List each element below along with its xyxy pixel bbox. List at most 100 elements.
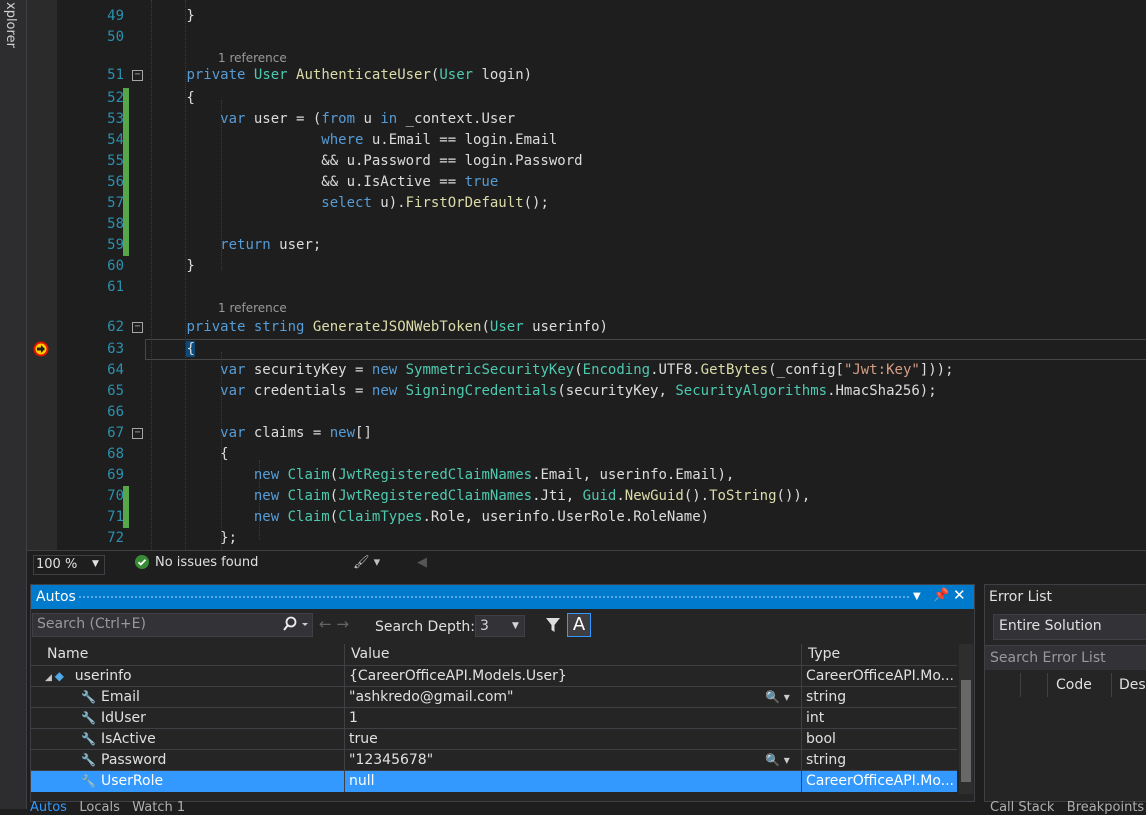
code-text[interactable]: private User AuthenticateUser(User login… xyxy=(119,65,532,86)
solution-explorer-label[interactable]: xplorer xyxy=(3,2,18,48)
code-text[interactable]: where u.Email == login.Email xyxy=(119,130,557,151)
code-text[interactable]: new Claim(JwtRegisteredClaimNames.Jti, G… xyxy=(119,486,810,507)
line-number: 65 xyxy=(107,383,124,399)
code-text[interactable]: }; xyxy=(119,528,237,549)
code-text[interactable]: { xyxy=(119,444,228,465)
error-list-columns: Code Desc xyxy=(985,673,1146,697)
line-number: 64 xyxy=(107,362,124,378)
visualizer-icon[interactable]: 🔍 ▾ xyxy=(765,750,790,771)
tab-watch-1[interactable]: Watch 1 xyxy=(132,800,185,815)
variable-name: UserRole xyxy=(101,773,164,789)
code-text[interactable]: var securityKey = new SymmetricSecurityK… xyxy=(119,360,953,381)
variable-value[interactable]: true xyxy=(349,731,378,747)
autos-row[interactable]: 🔧 IsActive true bool xyxy=(31,728,957,750)
code-text[interactable]: && u.Password == login.Password xyxy=(119,151,582,172)
autos-row[interactable]: ◢ ◆ userinfo {CareerOfficeAPI.Models.User}… xyxy=(31,665,957,687)
code-text[interactable]: } xyxy=(119,256,194,277)
column-header-type[interactable]: Type xyxy=(802,644,957,665)
zoom-dropdown[interactable]: 100 % ▼ xyxy=(33,555,105,575)
visualizer-icon[interactable]: 🔍 ▾ xyxy=(765,687,790,708)
code-text[interactable]: { xyxy=(119,339,195,360)
autos-search-input[interactable]: Search (Ctrl+E) xyxy=(32,613,313,637)
search-icon[interactable] xyxy=(281,616,311,634)
search-navigation-icon[interactable]: ← → xyxy=(319,615,349,633)
variable-value[interactable]: "ashkredo@gmail.com" xyxy=(349,689,513,705)
window-options-icon[interactable]: ▼ xyxy=(913,591,921,602)
check-circle-icon[interactable] xyxy=(135,555,149,569)
tab-autos[interactable]: Autos xyxy=(30,800,67,815)
variable-value[interactable]: null xyxy=(349,773,375,789)
code-line: 67− var claims = new[] xyxy=(27,423,1146,444)
code-text[interactable]: var claims = new[] xyxy=(119,423,372,444)
tab-locals[interactable]: Locals xyxy=(79,800,119,815)
autos-row[interactable]: 🔧 IdUser 1 int xyxy=(31,707,957,729)
code-cleanup-icon[interactable]: 🖌 ▾ xyxy=(353,555,380,570)
codelens-references[interactable]: 1 reference xyxy=(27,298,1146,319)
code-text[interactable]: { xyxy=(119,88,194,109)
variable-value[interactable]: 1 xyxy=(349,710,358,726)
solution-explorer-strip[interactable]: xplorer xyxy=(0,0,27,809)
filter-icon[interactable] xyxy=(545,616,561,634)
variable-type: string xyxy=(806,689,847,705)
code-line: 55 && u.Password == login.Password xyxy=(27,151,1146,172)
code-text[interactable]: var credentials = new SigningCredentials… xyxy=(119,381,937,402)
code-editor[interactable]: 49 } 50 1 reference 51− private User Authen… xyxy=(27,0,1146,550)
autos-scrollbar[interactable] xyxy=(959,644,973,794)
line-number: 51 xyxy=(107,67,124,83)
variable-value[interactable]: {CareerOfficeAPI.Models.User} xyxy=(349,668,567,684)
variable-value[interactable]: "12345678" xyxy=(349,752,433,768)
code-text[interactable]: new Claim(ClaimTypes.Role, userinfo.User… xyxy=(119,507,709,528)
code-line: 62− private string GenerateJSONWebToken(… xyxy=(27,317,1146,338)
code-text[interactable]: return user; xyxy=(119,235,321,256)
hex-display-toggle-button[interactable]: A xyxy=(567,613,591,637)
line-number: 56 xyxy=(107,174,124,190)
code-text[interactable]: && u.IsActive == true xyxy=(119,172,498,193)
expander-icon[interactable]: ◢ xyxy=(45,673,55,683)
line-number: 49 xyxy=(107,8,124,24)
variable-type: CareerOfficeAPI.Mo... xyxy=(806,773,954,789)
line-number: 55 xyxy=(107,153,124,169)
autos-title: Autos xyxy=(36,589,76,605)
issues-status[interactable]: No issues found xyxy=(155,555,258,570)
autos-row[interactable]: 🔧 Email "ashkredo@gmail.com" 🔍 ▾ string xyxy=(31,686,957,708)
code-text[interactable]: } xyxy=(119,6,194,27)
code-line: 71 new Claim(ClaimTypes.Role, userinfo.U… xyxy=(27,507,1146,528)
error-scope-value: Entire Solution xyxy=(999,618,1102,634)
variable-name: IdUser xyxy=(101,710,146,726)
code-line: 72 }; xyxy=(27,528,1146,549)
search-depth-dropdown[interactable]: 3 ▼ xyxy=(475,615,525,637)
error-list-title[interactable]: Error List xyxy=(989,589,1052,605)
code-text[interactable]: select u).FirstOrDefault(); xyxy=(119,193,549,214)
code-text[interactable]: new Claim(JwtRegisteredClaimNames.Email,… xyxy=(119,465,735,486)
autos-row[interactable]: 🔧 UserRole null CareerOfficeAPI.Mo... xyxy=(31,770,957,792)
column-header-value[interactable]: Value xyxy=(345,644,802,665)
column-header-description[interactable]: Desc xyxy=(1119,677,1146,693)
column-header-name[interactable]: Name xyxy=(41,644,345,665)
code-text[interactable]: private string GenerateJSONWebToken(User… xyxy=(119,317,608,338)
autos-title-bar[interactable]: Autos ▼ 📌 ✕ xyxy=(31,585,974,609)
code-line: 63 { xyxy=(27,339,1146,360)
code-line: 64 var securityKey = new SymmetricSecuri… xyxy=(27,360,1146,381)
code-line: 61 xyxy=(27,277,1146,298)
search-depth-value: 3 xyxy=(480,618,489,634)
close-icon[interactable]: ✕ xyxy=(953,586,966,604)
code-line: 53 var user = (from u in _context.User xyxy=(27,109,1146,130)
code-line: 50 xyxy=(27,27,1146,48)
error-list-search-placeholder: Search Error List xyxy=(990,650,1106,666)
column-header-code[interactable]: Code xyxy=(1056,677,1092,693)
tab-call-stack[interactable]: Call Stack xyxy=(990,800,1054,815)
variable-name: Password xyxy=(101,752,167,768)
autos-row[interactable]: 🔧 Password "12345678" 🔍 ▾ string xyxy=(31,749,957,771)
search-depth-label: Search Depth: xyxy=(375,619,475,635)
variable-name: IsActive xyxy=(101,731,156,747)
error-scope-dropdown[interactable]: Entire Solution xyxy=(993,614,1146,640)
code-line: 70 new Claim(JwtRegisteredClaimNames.Jti… xyxy=(27,486,1146,507)
codelens-label[interactable]: 1 reference xyxy=(218,298,287,319)
scroll-left-icon[interactable]: ◀ xyxy=(417,555,427,570)
error-list-search-input[interactable]: Search Error List xyxy=(985,645,1146,670)
wrench-icon: 🔧 xyxy=(81,690,96,704)
change-indicator xyxy=(123,214,129,235)
code-text[interactable]: var user = (from u in _context.User xyxy=(119,109,515,130)
pin-icon[interactable]: 📌 xyxy=(933,588,949,603)
tab-breakpoints[interactable]: Breakpoints xyxy=(1067,800,1144,815)
